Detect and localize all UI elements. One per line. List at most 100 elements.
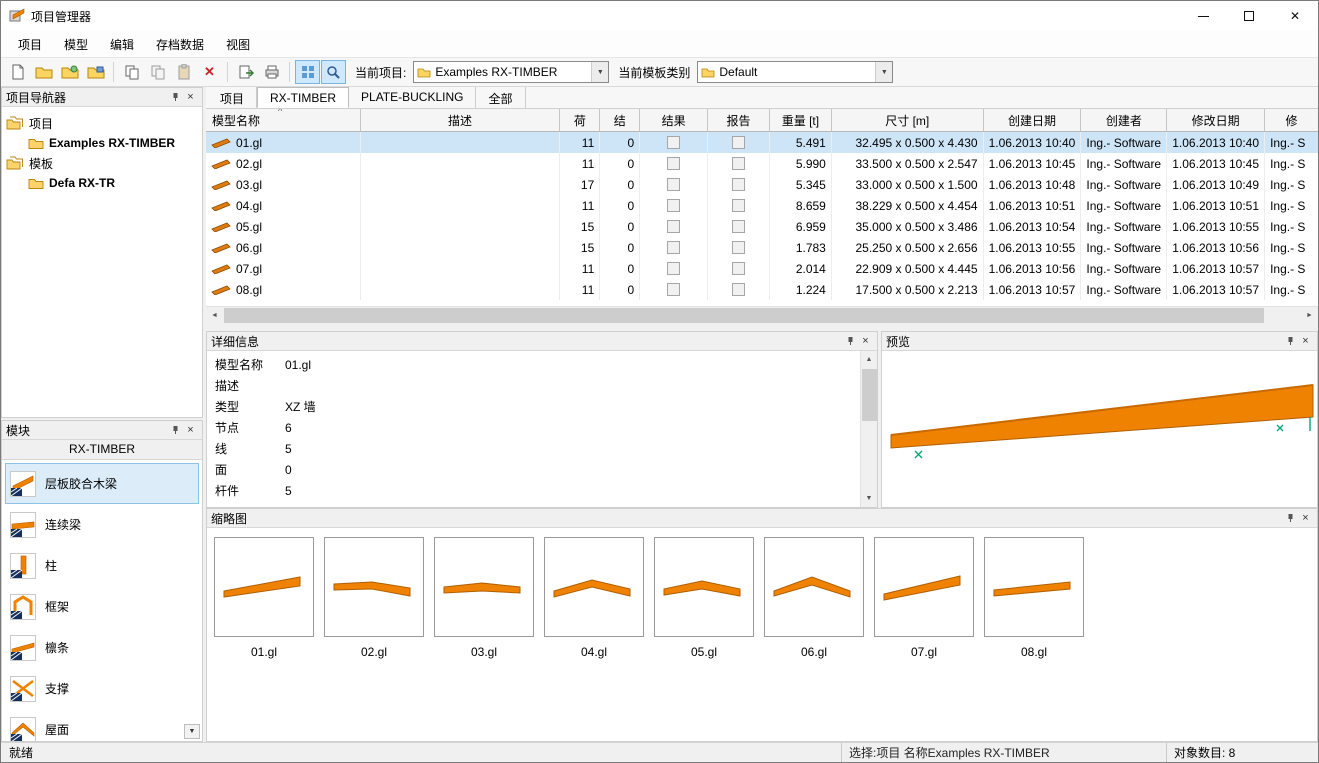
tab-all[interactable]: 全部	[476, 87, 525, 108]
column-header-weight[interactable]: 重量 [t]	[770, 109, 832, 131]
table-horizontal-scrollbar[interactable]: ◄ ►	[206, 306, 1318, 323]
module-frame[interactable]: 框架	[5, 586, 199, 627]
results-checkbox[interactable]	[667, 199, 680, 212]
column-header-result-cases[interactable]: 结	[600, 109, 640, 131]
duplicate-button[interactable]	[145, 60, 170, 84]
report-checkbox[interactable]	[732, 220, 745, 233]
module-bracing[interactable]: 支撑	[5, 668, 199, 709]
menu-archive-data[interactable]: 存档数据	[145, 31, 215, 57]
column-header-size[interactable]: 尺寸 [m]	[832, 109, 984, 131]
copy-button[interactable]	[119, 60, 144, 84]
tree-item-examples-rx-timber[interactable]: Examples RX-TIMBER	[6, 133, 198, 153]
column-header-load-cases[interactable]: 荷	[560, 109, 600, 131]
pin-icon[interactable]	[1283, 334, 1298, 349]
thumbnail-image[interactable]	[544, 537, 644, 637]
thumbnail-item[interactable]: 02.gl	[324, 537, 424, 659]
tab-projects[interactable]: 项目	[208, 87, 257, 108]
column-header-results[interactable]: 结果	[640, 109, 708, 131]
column-header-created[interactable]: 创建日期	[984, 109, 1082, 131]
close-button[interactable]: ✕	[1272, 1, 1318, 31]
thumbnail-item[interactable]: 06.gl	[764, 537, 864, 659]
pin-icon[interactable]	[168, 90, 183, 105]
column-header-modified[interactable]: 修改日期	[1167, 109, 1265, 131]
minimize-button[interactable]	[1180, 1, 1226, 31]
module-roof[interactable]: 屋面	[5, 709, 199, 741]
thumbnail-item[interactable]: 08.gl	[984, 537, 1084, 659]
horizontal-splitter[interactable]	[206, 323, 1318, 331]
print-button[interactable]	[259, 60, 284, 84]
pin-icon[interactable]	[168, 423, 183, 438]
find-model-button[interactable]	[321, 60, 346, 84]
paste-button[interactable]	[171, 60, 196, 84]
thumbnail-item[interactable]: 05.gl	[654, 537, 754, 659]
delete-button[interactable]: ✕	[197, 60, 222, 84]
connect-folder-button[interactable]	[57, 60, 82, 84]
dropdown-arrow-icon[interactable]: ▼	[875, 62, 892, 82]
scroll-down-icon[interactable]: ▼	[861, 490, 878, 507]
details-view-button[interactable]	[295, 60, 320, 84]
report-checkbox[interactable]	[732, 241, 745, 254]
thumbnail-image[interactable]	[984, 537, 1084, 637]
scrollbar-thumb[interactable]	[862, 369, 877, 421]
panel-close-icon[interactable]: ×	[1298, 334, 1313, 349]
module-column[interactable]: 柱	[5, 545, 199, 586]
table-row[interactable]: 04.gl 11 0 8.659 38.229 x 0.500 x 4.454 …	[206, 195, 1318, 216]
tab-plate-buckling[interactable]: PLATE-BUCKLING	[349, 87, 476, 108]
panel-close-icon[interactable]: ×	[1298, 511, 1313, 526]
scroll-right-icon[interactable]: ►	[1301, 307, 1318, 324]
tree-item-projects-root[interactable]: 项目	[6, 113, 198, 133]
scroll-left-icon[interactable]: ◄	[206, 307, 223, 324]
table-row[interactable]: 08.gl 11 0 1.224 17.500 x 0.500 x 2.213 …	[206, 279, 1318, 300]
scrollbar-thumb[interactable]	[224, 308, 1264, 323]
results-checkbox[interactable]	[667, 178, 680, 191]
module-continuous-beam[interactable]: 连续梁	[5, 504, 199, 545]
archive-folder-button[interactable]	[83, 60, 108, 84]
thumbnail-image[interactable]	[874, 537, 974, 637]
column-header-model-name[interactable]: 模型名称 ^	[206, 109, 361, 131]
table-row[interactable]: 03.gl 17 0 5.345 33.000 x 0.500 x 1.500 …	[206, 174, 1318, 195]
export-button[interactable]	[233, 60, 258, 84]
menu-project[interactable]: 项目	[7, 31, 53, 57]
column-header-modifier[interactable]: 修	[1265, 109, 1318, 131]
thumbnail-image[interactable]	[324, 537, 424, 637]
thumbnail-item[interactable]: 04.gl	[544, 537, 644, 659]
tab-rx-timber[interactable]: RX-TIMBER	[257, 87, 349, 108]
report-checkbox[interactable]	[732, 157, 745, 170]
pin-icon[interactable]	[843, 334, 858, 349]
thumbnail-image[interactable]	[214, 537, 314, 637]
report-checkbox[interactable]	[732, 262, 745, 275]
thumbnail-image[interactable]	[764, 537, 864, 637]
panel-close-icon[interactable]: ×	[183, 423, 198, 438]
results-checkbox[interactable]	[667, 220, 680, 233]
results-checkbox[interactable]	[667, 136, 680, 149]
report-checkbox[interactable]	[732, 283, 745, 296]
report-checkbox[interactable]	[732, 178, 745, 191]
module-glulam-beam[interactable]: 层板胶合木梁	[5, 463, 199, 504]
maximize-button[interactable]	[1226, 1, 1272, 31]
thumbnail-image[interactable]	[434, 537, 534, 637]
table-row[interactable]: 06.gl 15 0 1.783 25.250 x 0.500 x 2.656 …	[206, 237, 1318, 258]
new-project-button[interactable]	[5, 60, 30, 84]
table-row[interactable]: 05.gl 15 0 6.959 35.000 x 0.500 x 3.486 …	[206, 216, 1318, 237]
column-header-report[interactable]: 报告	[708, 109, 770, 131]
table-row[interactable]: 02.gl 11 0 5.990 33.500 x 0.500 x 2.547 …	[206, 153, 1318, 174]
menu-edit[interactable]: 编辑	[99, 31, 145, 57]
tree-item-default-template[interactable]: Defa RX-TR	[6, 173, 198, 193]
template-category-select[interactable]: Default ▼	[697, 61, 893, 83]
results-checkbox[interactable]	[667, 283, 680, 296]
thumbnail-item[interactable]: 03.gl	[434, 537, 534, 659]
menu-view[interactable]: 视图	[215, 31, 261, 57]
table-row[interactable]: 07.gl 11 0 2.014 22.909 x 0.500 x 4.445 …	[206, 258, 1318, 279]
tree-item-templates-root[interactable]: 模板	[6, 153, 198, 173]
report-checkbox[interactable]	[732, 136, 745, 149]
column-header-creator[interactable]: 创建者	[1081, 109, 1167, 131]
pin-icon[interactable]	[1283, 511, 1298, 526]
thumbnail-item[interactable]: 07.gl	[874, 537, 974, 659]
results-checkbox[interactable]	[667, 262, 680, 275]
modules-scroll-down-button[interactable]: ▼	[184, 724, 200, 739]
column-header-description[interactable]: 描述	[361, 109, 561, 131]
panel-close-icon[interactable]: ×	[183, 90, 198, 105]
dropdown-arrow-icon[interactable]: ▼	[591, 62, 608, 82]
report-checkbox[interactable]	[732, 199, 745, 212]
results-checkbox[interactable]	[667, 157, 680, 170]
